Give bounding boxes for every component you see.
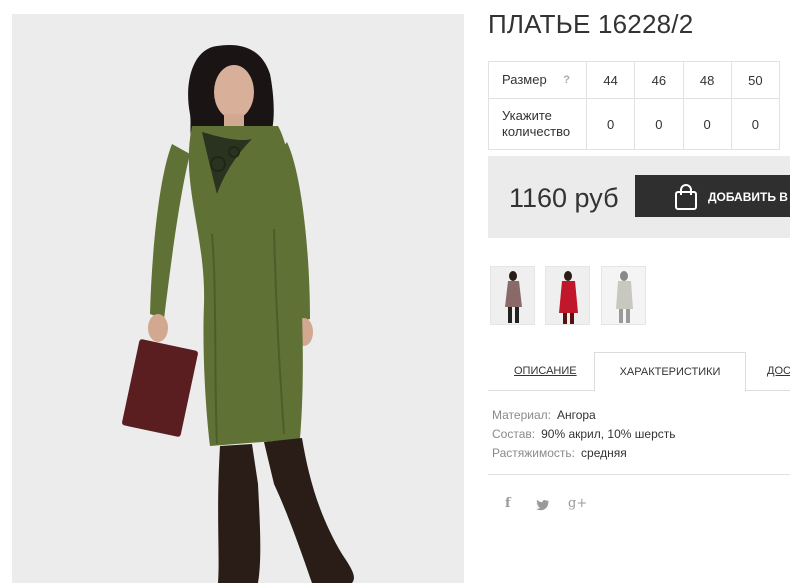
spec-value: Ангора xyxy=(556,408,596,422)
product-title: ПЛАТЬЕ 16228/2 xyxy=(488,9,694,39)
spec-value: 90% акрил, 10% шерсть xyxy=(541,427,676,441)
size-option: 50 xyxy=(730,61,781,99)
quantity-label: Укажите количество xyxy=(488,98,587,150)
size-option: 46 xyxy=(634,61,684,99)
facebook-icon[interactable]: f xyxy=(505,496,511,511)
quantity-input[interactable]: 0 xyxy=(682,98,732,150)
spec-row: Состав: 90% акрил, 10% шерсть xyxy=(492,425,676,444)
spec-key: Состав: xyxy=(492,427,536,441)
spec-row: Растяжимость: средняя xyxy=(492,444,676,463)
tab-description[interactable]: ОПИСАНИЕ xyxy=(514,352,577,391)
size-label-cell: Размер ? xyxy=(488,61,587,99)
color-thumbnail[interactable] xyxy=(545,266,590,325)
color-thumbnail[interactable] xyxy=(601,266,646,325)
tab-delivery[interactable]: ДОСТАВКА xyxy=(767,352,790,391)
spec-key: Растяжимость: xyxy=(492,446,576,460)
google-plus-icon[interactable]: g+ xyxy=(568,496,587,511)
size-row: Размер ? 44 46 48 50 xyxy=(488,61,781,99)
size-option: 44 xyxy=(585,61,636,99)
size-option: 48 xyxy=(682,61,732,99)
product-specs: Материал: Ангора Состав: 90% акрил, 10% ше… xyxy=(492,406,676,463)
divider xyxy=(488,474,790,475)
quantity-input[interactable]: 0 xyxy=(585,98,636,150)
shopping-bag-icon xyxy=(675,184,697,210)
tab-description-label: ОПИСАНИЕ xyxy=(514,365,577,377)
product-price: 1160 руб xyxy=(509,183,619,213)
size-quantity-table: Размер ? 44 46 48 50 Укажите количество … xyxy=(488,61,781,150)
quantity-input[interactable]: 0 xyxy=(634,98,684,150)
product-main-image[interactable] xyxy=(12,14,464,583)
tab-characteristics-label: ХАРАКТЕРИСТИКИ xyxy=(619,366,721,378)
dress-photo-illustration xyxy=(12,14,464,583)
quantity-row: Укажите количество 0 0 0 0 xyxy=(488,98,781,150)
spec-value: средняя xyxy=(581,446,627,460)
quantity-input[interactable]: 0 xyxy=(730,98,781,150)
tab-delivery-label: ДОСТАВКА xyxy=(767,365,790,377)
thumbnail-image xyxy=(491,267,534,324)
add-to-cart-label: ДОБАВИТЬ В ЗАКАЗ xyxy=(708,190,790,204)
add-to-cart-button[interactable]: ДОБАВИТЬ В ЗАКАЗ xyxy=(635,175,790,217)
thumbnail-image xyxy=(602,267,645,324)
product-info-tabs: ОПИСАНИЕ ХАРАКТЕРИСТИКИ ДОСТАВКА xyxy=(488,352,790,392)
size-label: Размер xyxy=(502,72,547,87)
twitter-icon[interactable] xyxy=(536,496,550,515)
size-help-icon[interactable]: ? xyxy=(563,72,570,88)
color-thumbnail[interactable] xyxy=(490,266,535,325)
twitter-bird-icon xyxy=(536,499,549,511)
spec-key: Материал: xyxy=(492,408,551,422)
spec-row: Материал: Ангора xyxy=(492,406,676,425)
price-box: 1160 руб ДОБАВИТЬ В ЗАКАЗ xyxy=(488,156,790,238)
thumbnail-image xyxy=(546,267,589,324)
tab-characteristics[interactable]: ХАРАКТЕРИСТИКИ xyxy=(594,352,746,392)
